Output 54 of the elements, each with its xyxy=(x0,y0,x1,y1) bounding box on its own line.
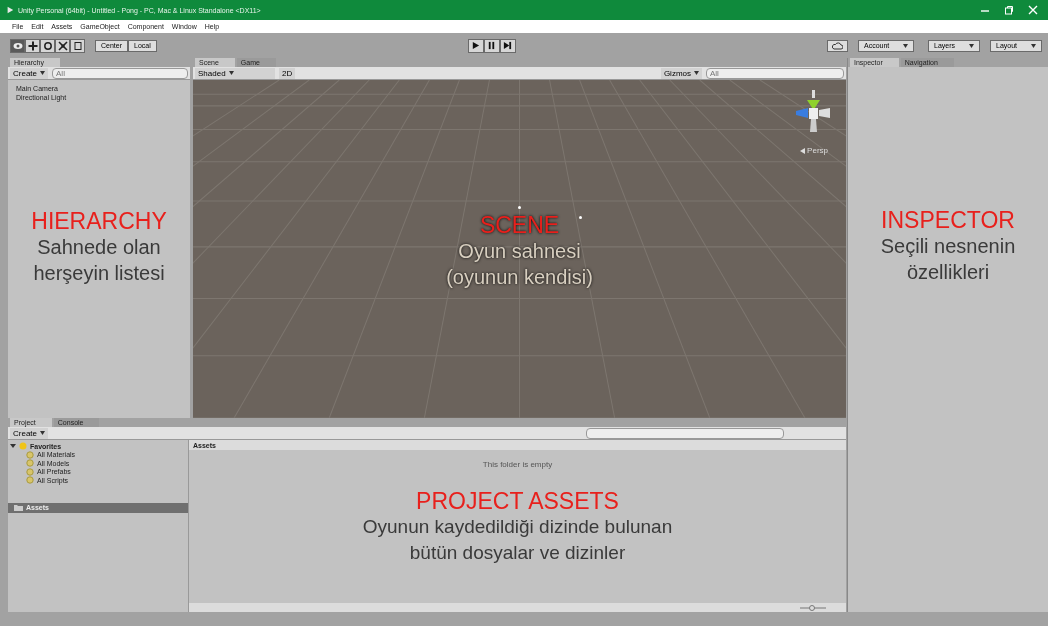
tool-button[interactable] xyxy=(25,38,40,53)
create-dropdown[interactable]: Create xyxy=(10,67,48,79)
tool-button[interactable] xyxy=(55,38,70,53)
caret-icon xyxy=(1031,43,1036,48)
scale-icon xyxy=(57,40,68,51)
pause-icon xyxy=(487,41,497,50)
object-marker-icon xyxy=(518,206,521,209)
step-icon xyxy=(503,41,513,50)
caret-icon xyxy=(694,71,699,75)
empty-folder-message: This folder is empty xyxy=(481,459,554,469)
create-dropdown[interactable]: Create xyxy=(10,427,48,439)
eye-icon xyxy=(12,40,23,51)
shading-dropdown[interactable]: Shaded xyxy=(195,67,275,79)
annotation-text: Oyunun kaydedildiği dizinde bulunan xyxy=(362,515,673,539)
play-icon xyxy=(471,41,481,50)
annotation-title: INSPECTOR xyxy=(881,207,1015,233)
annotation-text: Sahnede olan xyxy=(37,235,161,260)
move-icon xyxy=(27,40,38,51)
caret-icon xyxy=(903,43,908,48)
annotation-text: (oyunun kendisi) xyxy=(446,265,593,290)
search-field[interactable]: All xyxy=(706,67,844,79)
tool-button[interactable] xyxy=(40,38,55,53)
cloud-icon xyxy=(832,41,843,50)
close-icon[interactable] xyxy=(1028,5,1038,15)
search-field[interactable] xyxy=(586,427,784,439)
2d-toggle[interactable]: 2D xyxy=(279,67,296,79)
tool-button[interactable] xyxy=(70,38,85,53)
caret-icon xyxy=(228,71,234,75)
gizmos-dropdown[interactable]: Gizmos xyxy=(660,67,702,79)
annotation-text: Oyun sahnesi xyxy=(458,239,581,264)
annotation-text: bütün dosyalar ve dizinler xyxy=(409,541,626,565)
perspective-label[interactable]: Persp xyxy=(807,146,828,155)
caret-icon xyxy=(40,71,45,75)
annotation-title: HIERARCHY xyxy=(31,208,167,234)
expand-arrow-icon xyxy=(10,443,16,450)
rotate-icon xyxy=(42,40,53,51)
zoom-slider-icon[interactable] xyxy=(800,604,826,611)
annotation-title: PROJECT ASSETS xyxy=(416,488,619,514)
caret-icon xyxy=(969,43,974,48)
folder-icon xyxy=(14,504,23,511)
restore-icon[interactable] xyxy=(1004,5,1014,15)
back-arrow-icon xyxy=(800,147,806,154)
app-logo-icon xyxy=(6,6,14,14)
object-marker-icon xyxy=(579,216,582,219)
caret-icon xyxy=(40,431,45,435)
rect-icon xyxy=(72,40,83,51)
annotation-text: herşeyin listesi xyxy=(33,261,165,286)
play-button[interactable] xyxy=(467,38,484,53)
search-field[interactable]: All xyxy=(52,67,188,79)
annotation-text: Seçili nesnenin xyxy=(880,234,1016,259)
cloud-button[interactable] xyxy=(827,39,848,52)
tool-button[interactable] xyxy=(10,38,25,53)
annotation-title: SCENE xyxy=(479,212,560,238)
annotation-text: özellikleri xyxy=(906,260,990,285)
